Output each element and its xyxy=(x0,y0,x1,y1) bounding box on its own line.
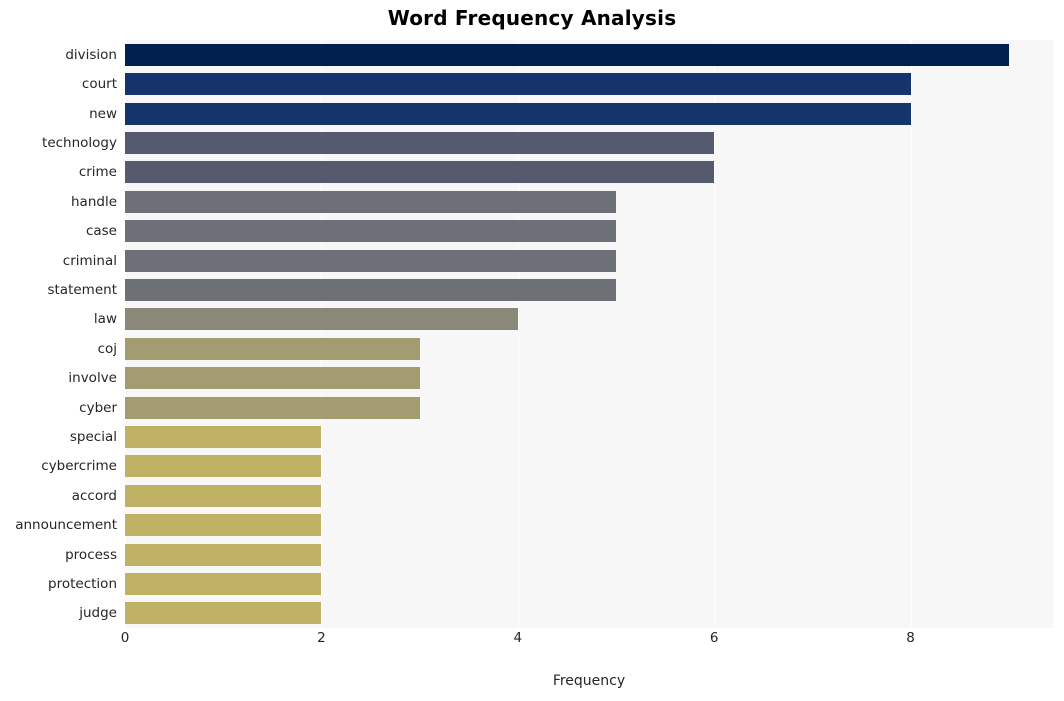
y-axis-tick-label: process xyxy=(65,546,117,563)
chart-figure: Word Frequency Analysis division court new… xyxy=(0,0,1064,701)
y-axis-tick-label: statement xyxy=(47,281,117,298)
bar-row xyxy=(125,543,1053,566)
y-axis-tick-label: crime xyxy=(78,164,117,181)
x-axis-tick-label: 2 xyxy=(317,630,326,646)
x-axis-tick-label: 8 xyxy=(906,630,915,646)
bar[interactable] xyxy=(125,455,322,478)
bar[interactable] xyxy=(125,73,911,96)
y-axis-tick-labels: division court new technology crime handle cas… xyxy=(0,40,117,628)
bar-row xyxy=(125,308,1053,331)
x-gridline xyxy=(125,40,126,628)
x-axis-label: Frequency xyxy=(552,673,626,689)
bar[interactable] xyxy=(125,190,616,213)
x-axis-tick-label: 4 xyxy=(513,630,523,646)
bar[interactable] xyxy=(125,102,911,125)
plot-area xyxy=(125,40,1053,628)
bar-row xyxy=(125,220,1053,243)
bar[interactable] xyxy=(125,278,616,301)
x-axis-tick-label: 0 xyxy=(120,630,130,646)
bar[interactable] xyxy=(125,514,322,537)
y-axis-tick-label: involve xyxy=(68,370,117,387)
bar[interactable] xyxy=(125,396,420,419)
bar-row xyxy=(125,572,1053,595)
bar-row xyxy=(125,161,1053,184)
bar[interactable] xyxy=(125,43,1009,66)
bar[interactable] xyxy=(125,572,322,595)
y-axis-tick-label: cybercrime xyxy=(41,458,117,475)
bar-row xyxy=(125,367,1053,390)
bar-row xyxy=(125,249,1053,272)
y-axis-tick-label: cyber xyxy=(79,399,117,416)
bar-row xyxy=(125,455,1053,478)
y-axis-tick-label: protection xyxy=(48,575,117,592)
y-axis-tick-label: case xyxy=(85,223,117,240)
x-axis-tick-label: 6 xyxy=(709,630,719,646)
bar[interactable] xyxy=(125,602,322,625)
bar-row xyxy=(125,131,1053,154)
y-axis-tick-label: division xyxy=(65,46,117,63)
bar[interactable] xyxy=(125,367,420,390)
y-axis-tick-label: special xyxy=(69,428,117,445)
y-axis-tick-label: new xyxy=(89,105,117,122)
bar-row xyxy=(125,278,1053,301)
x-gridline xyxy=(321,40,323,628)
page-title: Word Frequency Analysis xyxy=(387,6,677,30)
y-axis-tick-label: law xyxy=(93,311,117,328)
bar[interactable] xyxy=(125,220,616,243)
y-axis-tick-label: judge xyxy=(79,605,117,622)
bar[interactable] xyxy=(125,484,322,507)
bar-row xyxy=(125,514,1053,537)
y-axis-tick-label: technology xyxy=(42,134,117,151)
y-axis-tick-label: accord xyxy=(71,487,117,504)
bar-row xyxy=(125,602,1053,625)
bar-row xyxy=(125,102,1053,125)
x-gridline xyxy=(714,40,716,628)
bar[interactable] xyxy=(125,308,518,331)
y-axis-tick-label: court xyxy=(81,76,117,93)
bar-row xyxy=(125,43,1053,66)
y-axis-tick-label: announcement xyxy=(15,517,117,534)
bar[interactable] xyxy=(125,543,322,566)
bar-row xyxy=(125,73,1053,96)
bar-row xyxy=(125,484,1053,507)
y-axis-tick-label: criminal xyxy=(62,252,117,269)
bar-row xyxy=(125,396,1053,419)
x-axis-tick-labels: 0 2 4 6 8 xyxy=(0,630,1064,652)
bar[interactable] xyxy=(125,249,616,272)
bar[interactable] xyxy=(125,161,715,184)
bar[interactable] xyxy=(125,337,420,360)
x-gridline xyxy=(910,40,912,628)
bar-row xyxy=(125,425,1053,448)
bar[interactable] xyxy=(125,425,322,448)
y-axis-tick-label: coj xyxy=(97,340,117,357)
y-axis-tick-label: handle xyxy=(70,193,117,210)
bar-row xyxy=(125,337,1053,360)
bar[interactable] xyxy=(125,131,715,154)
bar-row xyxy=(125,190,1053,213)
x-gridline xyxy=(517,40,519,628)
